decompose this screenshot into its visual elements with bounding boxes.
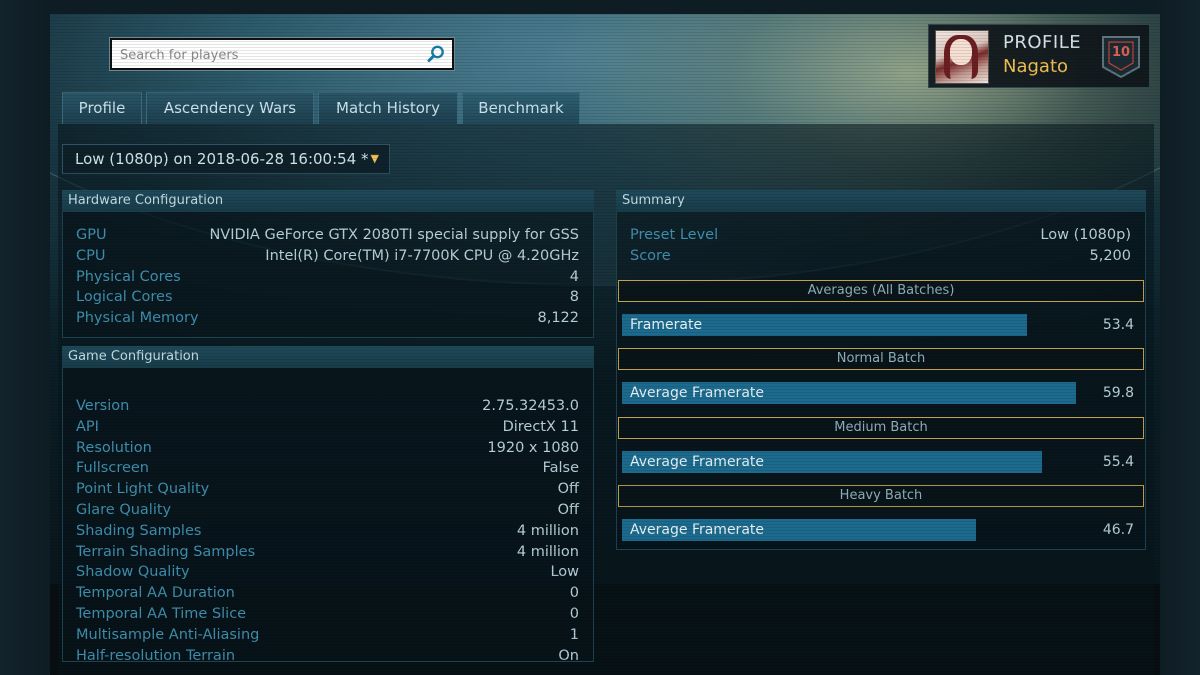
hardware-row: Physical Cores 4	[76, 267, 579, 287]
game-key: Temporal AA Duration	[76, 585, 235, 602]
game-key: Version	[76, 398, 130, 414]
framerate-bar-value: 59.8	[1102, 385, 1134, 401]
game-key: Glare Quality	[76, 502, 172, 518]
game-row: Glare Quality Off	[76, 500, 579, 520]
tab-ascendency-wars[interactable]: Ascendency Wars	[146, 92, 314, 124]
summary-row: Preset Level Low (1080p)	[630, 225, 1131, 245]
game-row: Multisample Anti-Aliasing 1	[76, 625, 579, 645]
game-key: Half-resolution Terrain	[76, 647, 236, 664]
game-config-table: Version 2.75.32453.0 API DirectX 11 Resoluti…	[62, 368, 594, 664]
framerate-bar-value: 55.4	[1102, 454, 1134, 470]
game-key: Temporal AA Time Slice	[76, 606, 247, 622]
game-row: Terrain Shading Samples 4 million	[76, 542, 579, 562]
game-key: Multisample Anti-Aliasing	[76, 626, 260, 643]
game-value: Off	[557, 502, 579, 518]
framerate-bar: Average Framerate 55.4	[622, 451, 1134, 473]
game-key: API	[76, 418, 99, 435]
hardware-key: GPU	[76, 227, 107, 243]
game-value: DirectX 11	[502, 418, 579, 435]
profile-label: PROFILE	[1003, 32, 1082, 53]
batch-header: Averages (All Batches)	[618, 280, 1144, 302]
game-value: Low	[550, 564, 579, 581]
hardware-value: NVIDIA GeForce GTX 2080TI special supply…	[209, 227, 579, 243]
framerate-bar-value: 53.4	[1102, 317, 1134, 333]
profile-card[interactable]: PROFILE Nagato 10	[928, 24, 1150, 88]
tab-match-history[interactable]: Match History	[318, 92, 458, 124]
game-value: 1	[569, 626, 579, 643]
game-key: Point Light Quality	[76, 481, 210, 498]
summary-key: Preset Level	[630, 227, 719, 243]
hardware-row: Physical Memory 8,122	[76, 308, 579, 328]
framerate-bar-label: Average Framerate	[630, 522, 764, 538]
game-key: Shadow Quality	[76, 564, 190, 581]
search-icon[interactable]	[426, 44, 446, 64]
summary-header: Summary	[616, 190, 1146, 212]
hardware-row: GPU NVIDIA GeForce GTX 2080TI special sup…	[76, 225, 579, 245]
game-row: Shading Samples 4 million	[76, 521, 579, 541]
hardware-value: 8	[569, 289, 579, 306]
batch-header: Medium Batch	[618, 417, 1144, 439]
framerate-bar: Average Framerate 46.7	[622, 519, 1134, 541]
tab-benchmark[interactable]: Benchmark	[462, 92, 580, 124]
game-value: 1920 x 1080	[487, 439, 579, 456]
summary-row: Score 5,200	[630, 246, 1131, 266]
game-row: Shadow Quality Low	[76, 562, 579, 582]
game-value: 0	[569, 606, 579, 622]
summary-value: 5,200	[1089, 247, 1131, 264]
summary-key: Score	[630, 247, 671, 264]
game-value: 0	[569, 585, 579, 602]
framerate-bar-label: Average Framerate	[630, 385, 764, 401]
hardware-row: CPU Intel(R) Core(TM) i7-7700K CPU @ 4.20…	[76, 246, 579, 266]
chevron-down-icon[interactable]: ▼	[371, 145, 379, 173]
game-row: API DirectX 11	[76, 417, 579, 437]
hardware-value: Intel(R) Core(TM) i7-7700K CPU @ 4.20GHz	[265, 247, 579, 264]
avatar-face	[950, 39, 972, 65]
search-box[interactable]	[110, 38, 454, 70]
game-key: Fullscreen	[76, 460, 149, 477]
hardware-value: 4	[569, 268, 579, 285]
hardware-value: 8,122	[537, 310, 579, 327]
game-value: False	[542, 460, 579, 477]
game-key: Shading Samples	[76, 522, 202, 539]
framerate-bar-value: 46.7	[1102, 522, 1134, 538]
framerate-bar: Framerate 53.4	[622, 314, 1134, 336]
level-value: 10	[1111, 45, 1131, 60]
game-row: Temporal AA Time Slice 0	[76, 604, 579, 624]
game-value: 2.75.32453.0	[482, 398, 579, 414]
app-window: Profile Ascendency Wars Match History Be…	[50, 14, 1160, 675]
game-value: 4 million	[516, 543, 579, 560]
framerate-bar: Average Framerate 59.8	[622, 382, 1134, 404]
hardware-config-header: Hardware Configuration	[62, 190, 594, 212]
hardware-key: Logical Cores	[76, 289, 173, 306]
game-value: 4 million	[516, 522, 579, 539]
game-value: On	[558, 647, 579, 664]
hardware-config-table: GPU NVIDIA GeForce GTX 2080TI special sup…	[62, 212, 594, 338]
game-row: Fullscreen False	[76, 458, 579, 478]
game-row: Resolution 1920 x 1080	[76, 438, 579, 458]
hardware-key: CPU	[76, 247, 106, 264]
batch-header: Heavy Batch	[618, 485, 1144, 507]
game-key: Terrain Shading Samples	[76, 543, 256, 560]
game-row: Version 2.75.32453.0	[76, 396, 579, 416]
game-key: Resolution	[76, 439, 152, 456]
hardware-row: Logical Cores 8	[76, 287, 579, 307]
game-value: Off	[557, 481, 579, 498]
game-row: Half-resolution Terrain On	[76, 646, 579, 666]
summary-value: Low (1080p)	[1040, 227, 1131, 243]
hardware-key: Physical Cores	[76, 268, 181, 285]
framerate-bar-label: Framerate	[630, 317, 703, 333]
game-row: Temporal AA Duration 0	[76, 583, 579, 603]
tab-profile[interactable]: Profile	[62, 92, 142, 124]
game-config-header: Game Configuration	[62, 346, 594, 368]
profile-name: Nagato	[1003, 56, 1069, 77]
framerate-bar-label: Average Framerate	[630, 454, 764, 470]
avatar[interactable]	[935, 30, 989, 84]
run-selector-dropdown[interactable]: Low (1080p) on 2018-06-28 16:00:54 * ▼	[62, 144, 390, 174]
game-row: Point Light Quality Off	[76, 479, 579, 499]
hardware-key: Physical Memory	[76, 310, 199, 327]
batch-header: Normal Batch	[618, 348, 1144, 370]
search-input[interactable]	[118, 43, 422, 67]
run-selector-value: Low (1080p) on 2018-06-28 16:00:54 *	[75, 150, 369, 168]
